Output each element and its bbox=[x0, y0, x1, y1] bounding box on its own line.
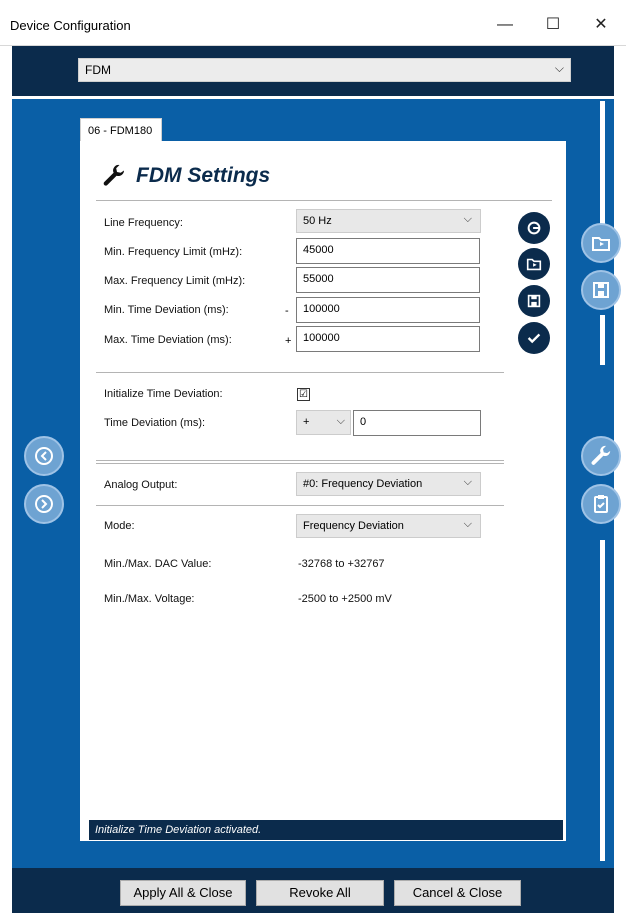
analog-output-select[interactable]: #0: Frequency Deviation ⌵ bbox=[296, 472, 481, 496]
chevron-down-icon: ⌵ bbox=[336, 415, 345, 427]
voltage-label: Min./Max. Voltage: bbox=[104, 593, 195, 605]
max-frequency-limit-input[interactable]: 55000 bbox=[296, 267, 480, 293]
init-time-deviation-label: Initialize Time Deviation: bbox=[104, 388, 223, 400]
analog-output-label: Analog Output: bbox=[104, 479, 178, 491]
dac-value: -32768 to +32767 bbox=[298, 558, 385, 570]
voltage-value: -2500 to +2500 mV bbox=[298, 593, 392, 605]
clipboard-icon bbox=[594, 495, 608, 513]
previous-button[interactable] bbox=[24, 436, 64, 476]
cancel-close-button[interactable]: Cancel & Close bbox=[394, 880, 521, 906]
page-title-text: FDM Settings bbox=[136, 164, 271, 187]
analog-output-value: #0: Frequency Deviation bbox=[303, 478, 423, 490]
save-icon bbox=[527, 294, 541, 308]
reset-icon bbox=[527, 221, 541, 235]
open-folder-icon bbox=[526, 258, 542, 271]
min-time-deviation-sign: - bbox=[285, 305, 289, 317]
close-button[interactable]: ✕ bbox=[584, 11, 618, 39]
status-bar: Initialize Time Deviation activated. bbox=[89, 820, 563, 840]
divider bbox=[96, 463, 504, 464]
max-time-deviation-input[interactable]: 100000 bbox=[296, 326, 480, 352]
dac-value-label: Min./Max. DAC Value: bbox=[104, 558, 212, 570]
max-time-deviation-label: Max. Time Deviation (ms): bbox=[104, 334, 232, 346]
open-folder-icon bbox=[592, 237, 610, 251]
load-config-button[interactable] bbox=[581, 223, 621, 263]
min-time-deviation-input[interactable]: 100000 bbox=[296, 297, 480, 323]
next-button[interactable] bbox=[24, 484, 64, 524]
line-frequency-select[interactable]: 50 Hz ⌵ bbox=[296, 209, 481, 233]
min-frequency-limit-input[interactable]: 45000 bbox=[296, 238, 480, 264]
chevron-down-icon: ⌵ bbox=[463, 518, 472, 530]
line-frequency-label: Line Frequency: bbox=[104, 217, 183, 229]
title-bar: Device Configuration — ☐ ✕ bbox=[0, 0, 626, 46]
time-deviation-sign-select[interactable]: + ⌵ bbox=[296, 410, 351, 435]
chevron-down-icon: ⌵ bbox=[463, 476, 472, 488]
apply-button[interactable] bbox=[518, 322, 550, 354]
mode-value: Frequency Deviation bbox=[303, 520, 404, 532]
max-frequency-limit-label: Max. Frequency Limit (mHz): bbox=[104, 275, 246, 287]
chevron-down-icon: ⌵ bbox=[463, 213, 472, 225]
init-time-deviation-checkbox[interactable]: ☑ bbox=[297, 388, 310, 401]
save-icon bbox=[593, 282, 609, 298]
arrow-left-icon bbox=[35, 447, 53, 465]
arrow-right-icon bbox=[35, 495, 53, 513]
device-select-value: FDM bbox=[85, 63, 111, 77]
apply-all-close-button[interactable]: Apply All & Close bbox=[120, 880, 246, 906]
mode-label: Mode: bbox=[104, 520, 135, 532]
min-time-deviation-label: Min. Time Deviation (ms): bbox=[104, 304, 229, 316]
maximize-button[interactable]: ☐ bbox=[536, 11, 570, 39]
max-time-deviation-sign: + bbox=[285, 335, 292, 347]
page-title: FDM Settings bbox=[102, 164, 270, 188]
checkmark-icon: ☑ bbox=[299, 389, 308, 400]
divider bbox=[96, 460, 504, 461]
time-deviation-input[interactable]: 0 bbox=[353, 410, 481, 436]
divider bbox=[96, 505, 504, 506]
wrench-icon bbox=[591, 445, 611, 465]
device-select[interactable]: FDM ⌵ bbox=[78, 58, 571, 82]
time-deviation-label: Time Deviation (ms): bbox=[104, 417, 206, 429]
revoke-all-button[interactable]: Revoke All bbox=[256, 880, 384, 906]
line-frequency-value: 50 Hz bbox=[303, 215, 332, 227]
min-frequency-limit-label: Min. Frequency Limit (mHz): bbox=[104, 246, 243, 258]
clipboard-button[interactable] bbox=[581, 484, 621, 524]
save-config-button[interactable] bbox=[581, 270, 621, 310]
wrench-icon bbox=[103, 164, 125, 186]
save-button[interactable] bbox=[518, 285, 550, 317]
window-title: Device Configuration bbox=[10, 18, 131, 33]
chevron-down-icon: ⌵ bbox=[554, 61, 564, 75]
minimize-button[interactable]: — bbox=[488, 11, 522, 39]
right-divider-gap bbox=[600, 365, 605, 435]
settings-button[interactable] bbox=[581, 436, 621, 476]
divider bbox=[96, 372, 504, 373]
reset-button[interactable] bbox=[518, 212, 550, 244]
tab-fdm180[interactable]: 06 - FDM180 bbox=[80, 118, 162, 142]
divider bbox=[96, 200, 552, 201]
checkmark-icon bbox=[527, 333, 541, 344]
mode-select[interactable]: Frequency Deviation ⌵ bbox=[296, 514, 481, 538]
open-file-button[interactable] bbox=[518, 248, 550, 280]
time-deviation-sign-value: + bbox=[303, 416, 310, 428]
